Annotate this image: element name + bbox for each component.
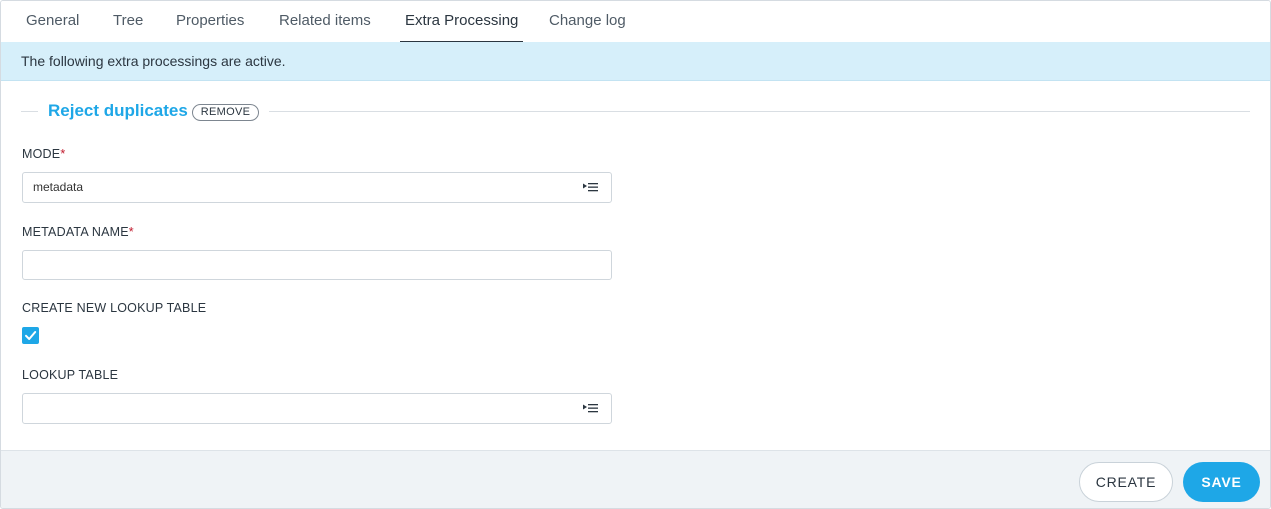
list-select-icon[interactable] (583, 182, 599, 193)
create-lookup-checkbox[interactable] (22, 327, 39, 344)
mode-label: MODE* (22, 147, 65, 161)
tab-properties[interactable]: Properties (176, 1, 244, 42)
info-banner-text: The following extra processings are acti… (21, 53, 286, 69)
create-lookup-label: CREATE NEW LOOKUP TABLE (22, 301, 207, 315)
required-asterisk: * (60, 147, 66, 161)
mode-select[interactable]: metadata (22, 172, 612, 203)
tab-tree[interactable]: Tree (113, 1, 143, 42)
lookup-table-label: LOOKUP TABLE (22, 368, 119, 382)
tab-extra-processing[interactable]: Extra Processing (399, 1, 524, 43)
tab-related-items[interactable]: Related items (279, 1, 371, 42)
tab-bar: General Tree Properties Related items Ex… (1, 1, 1270, 43)
mode-label-text: MODE (22, 147, 61, 161)
tab-general[interactable]: General (26, 1, 79, 42)
tab-change-log[interactable]: Change log (549, 1, 626, 42)
action-footer: CREATE SAVE (1, 450, 1270, 508)
create-button[interactable]: CREATE (1079, 462, 1173, 502)
save-button[interactable]: SAVE (1183, 462, 1260, 502)
checkmark-icon (25, 331, 37, 340)
extra-processing-panel: General Tree Properties Related items Ex… (0, 0, 1271, 509)
metadata-name-label-text: METADATA NAME (22, 225, 129, 239)
info-banner: The following extra processings are acti… (1, 42, 1270, 81)
required-asterisk: * (128, 225, 134, 239)
fieldset-divider-left (21, 111, 38, 112)
processing-title: Reject duplicates (48, 101, 188, 120)
metadata-name-input[interactable] (22, 250, 612, 280)
remove-processing-button[interactable]: REMOVE (192, 104, 259, 121)
list-select-icon[interactable] (583, 403, 599, 414)
mode-select-value: metadata (33, 180, 84, 194)
fieldset-divider-right (269, 111, 1250, 112)
lookup-table-select[interactable] (22, 393, 612, 424)
metadata-name-label: METADATA NAME* (22, 225, 134, 239)
